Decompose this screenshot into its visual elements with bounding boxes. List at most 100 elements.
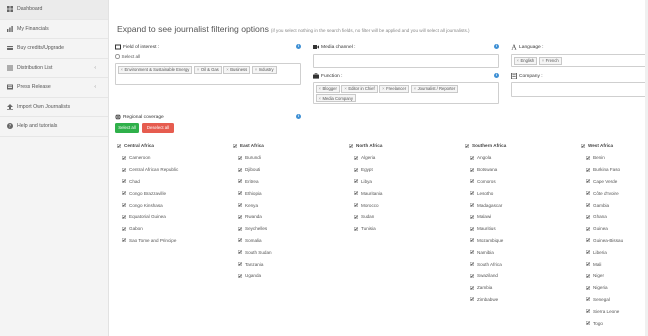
country-checkbox[interactable]: Namibia [465, 246, 506, 258]
checkbox-checked-icon[interactable] [586, 155, 590, 160]
country-checkbox[interactable]: Liberia [581, 246, 623, 258]
checkbox-checked-icon[interactable] [470, 203, 474, 208]
region-checkbox[interactable]: Central Africa [117, 142, 178, 149]
checkbox-checked-icon[interactable] [122, 214, 126, 219]
checkbox-checked-icon[interactable] [238, 214, 242, 219]
checkbox-checked-icon[interactable] [354, 226, 358, 231]
language-select[interactable]: × English × French [511, 54, 648, 67]
country-checkbox[interactable]: Lesotho [465, 187, 506, 199]
checkbox-checked-icon[interactable] [238, 155, 242, 160]
checkbox-checked-icon[interactable] [238, 262, 242, 267]
checkbox-checked-icon[interactable] [122, 226, 126, 231]
remove-tag-icon[interactable]: × [382, 86, 384, 91]
checkbox-checked-icon[interactable] [586, 273, 590, 278]
country-checkbox[interactable]: Algeria [349, 152, 382, 164]
checkbox-checked-icon[interactable] [122, 203, 126, 208]
remove-tag-icon[interactable]: × [121, 67, 123, 72]
select-all-button[interactable]: Select all [115, 123, 139, 133]
tag[interactable]: × English [513, 56, 538, 65]
checkbox-checked-icon[interactable] [465, 143, 469, 148]
checkbox-checked-icon[interactable] [586, 179, 590, 184]
region-checkbox[interactable]: Southern Africa [465, 142, 506, 149]
checkbox-checked-icon[interactable] [354, 203, 358, 208]
country-checkbox[interactable]: Angola [465, 152, 506, 164]
country-checkbox[interactable]: Equatorial Guinea [117, 211, 178, 223]
country-checkbox[interactable]: Morocco [349, 199, 382, 211]
checkbox-checked-icon[interactable] [586, 167, 590, 172]
sidebar-item-help[interactable]: ? Help and tutorials [0, 117, 108, 137]
checkbox-checked-icon[interactable] [586, 226, 590, 231]
country-checkbox[interactable]: Burkina Faso [581, 164, 623, 176]
country-checkbox[interactable]: Tunisia [349, 223, 382, 235]
checkbox-checked-icon[interactable] [238, 250, 242, 255]
country-checkbox[interactable]: Congo Brazzaville [117, 187, 178, 199]
country-checkbox[interactable]: South Africa [465, 258, 506, 270]
region-checkbox[interactable]: North Africa [349, 142, 382, 149]
country-checkbox[interactable]: Uganda [233, 270, 272, 282]
checkbox-checked-icon[interactable] [586, 309, 590, 314]
country-checkbox[interactable]: Ghana [581, 211, 623, 223]
tag[interactable]: × Blogger [315, 84, 340, 93]
country-checkbox[interactable]: Ethiopia [233, 187, 272, 199]
checkbox-checked-icon[interactable] [470, 179, 474, 184]
info-icon[interactable]: i [296, 44, 301, 49]
country-checkbox[interactable]: Comoros [465, 176, 506, 188]
country-checkbox[interactable]: Chad [117, 176, 178, 188]
country-checkbox[interactable]: Senegal [581, 294, 623, 306]
checkbox-checked-icon[interactable] [581, 143, 585, 148]
country-checkbox[interactable]: Djibouti [233, 164, 272, 176]
checkbox-checked-icon[interactable] [238, 238, 242, 243]
country-checkbox[interactable]: Sierra Leone [581, 305, 623, 317]
checkbox-checked-icon[interactable] [470, 250, 474, 255]
info-icon[interactable]: i [494, 73, 499, 78]
sidebar-item-buy-credits[interactable]: Buy credits/Upgrade [0, 39, 108, 59]
tag[interactable]: × Oil & Gas [193, 65, 222, 74]
checkbox-checked-icon[interactable] [238, 273, 242, 278]
sidebar-item-dashboard[interactable]: Dashboard [0, 0, 108, 20]
country-checkbox[interactable]: Mauritania [349, 187, 382, 199]
checkbox-checked-icon[interactable] [470, 273, 474, 278]
country-checkbox[interactable]: Cameroon [117, 152, 178, 164]
checkbox-checked-icon[interactable] [238, 179, 242, 184]
country-checkbox[interactable]: Somalia [233, 235, 272, 247]
field-of-interest-select[interactable]: × Environment & Sustainable Energy × Oil &… [115, 63, 301, 85]
checkbox-checked-icon[interactable] [470, 226, 474, 231]
tag[interactable]: × Environment & Sustainable Energy [117, 65, 193, 74]
country-checkbox[interactable]: Gabon [117, 223, 178, 235]
checkbox-checked-icon[interactable] [354, 179, 358, 184]
checkbox-checked-icon[interactable] [586, 191, 590, 196]
country-checkbox[interactable]: Tanzania [233, 258, 272, 270]
tag[interactable]: × Journalist / Reporter [410, 84, 459, 93]
checkbox-checked-icon[interactable] [586, 238, 590, 243]
country-checkbox[interactable]: Zimbabwe [465, 294, 506, 306]
country-checkbox[interactable]: Rwanda [233, 211, 272, 223]
country-checkbox[interactable]: Congo Kinshasa [117, 199, 178, 211]
region-checkbox[interactable]: East Africa [233, 142, 272, 149]
country-checkbox[interactable]: Niger [581, 270, 623, 282]
checkbox-checked-icon[interactable] [354, 214, 358, 219]
country-checkbox[interactable]: Sao Tome and Principe [117, 235, 178, 247]
chevron-left-icon[interactable]: ‹ [94, 84, 96, 90]
checkbox-checked-icon[interactable] [586, 285, 590, 290]
country-checkbox[interactable]: Nigeria [581, 282, 623, 294]
tag[interactable]: × French [538, 56, 562, 65]
checkbox-checked-icon[interactable] [238, 226, 242, 231]
sidebar-item-import-journalists[interactable]: Import Own Journalists [0, 98, 108, 117]
sidebar-item-distribution-list[interactable]: Distribution List ‹ [0, 59, 108, 78]
checkbox-checked-icon[interactable] [122, 238, 126, 243]
info-icon[interactable]: i [296, 114, 301, 119]
checkbox-checked-icon[interactable] [586, 297, 590, 302]
checkbox-checked-icon[interactable] [122, 155, 126, 160]
checkbox-checked-icon[interactable] [470, 262, 474, 267]
country-checkbox[interactable]: Benin [581, 152, 623, 164]
country-checkbox[interactable]: Kenya [233, 199, 272, 211]
country-checkbox[interactable]: Seychelles [233, 223, 272, 235]
region-checkbox[interactable]: West Africa [581, 142, 623, 149]
country-checkbox[interactable]: Burundi [233, 152, 272, 164]
country-checkbox[interactable]: Mali [581, 258, 623, 270]
remove-tag-icon[interactable]: × [319, 86, 321, 91]
checkbox-checked-icon[interactable] [354, 191, 358, 196]
country-checkbox[interactable]: Guinea-Bissau [581, 235, 623, 247]
country-checkbox[interactable]: Togo [581, 317, 623, 329]
country-checkbox[interactable]: Swaziland [465, 270, 506, 282]
